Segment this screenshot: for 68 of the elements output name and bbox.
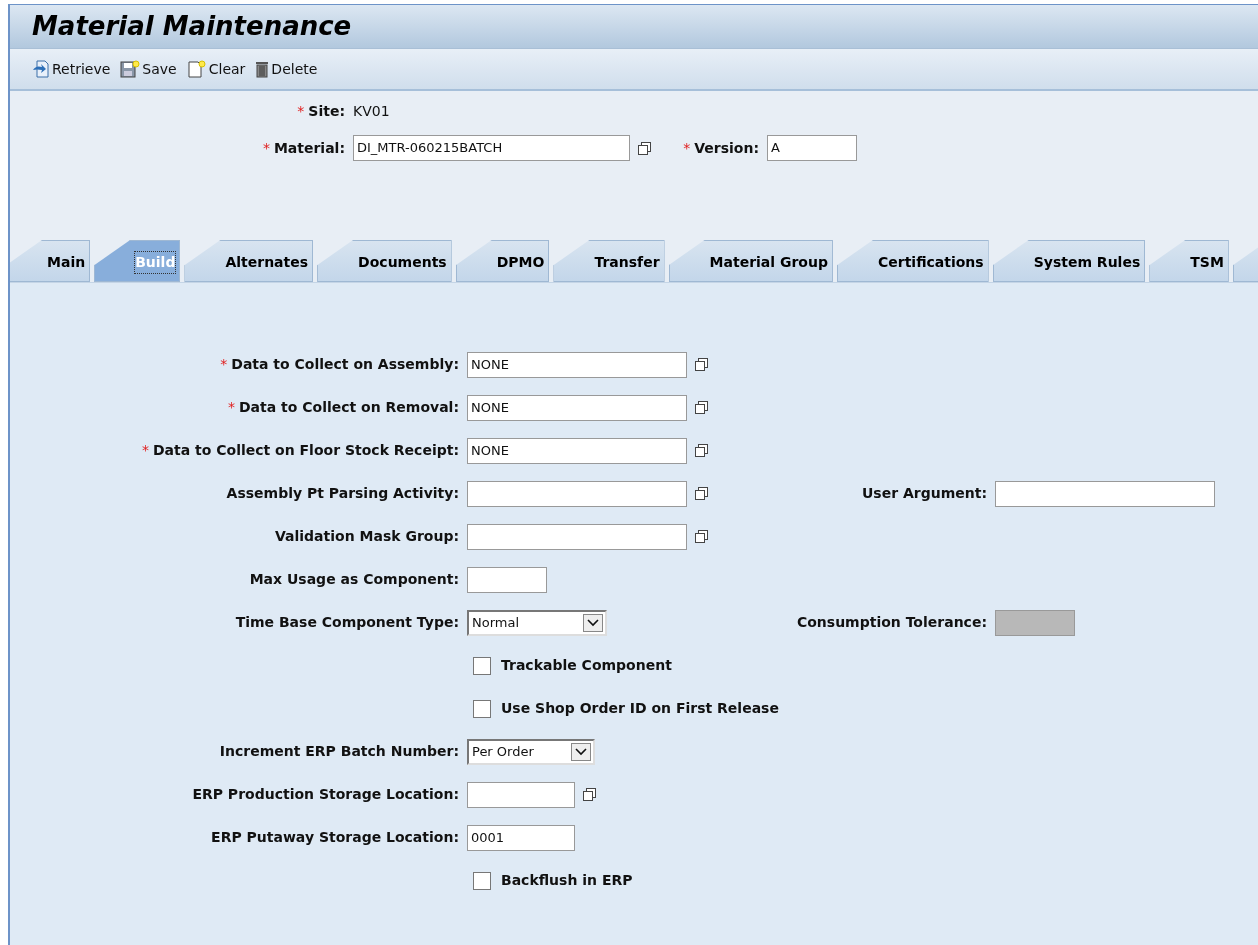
required-asterisk: * bbox=[142, 441, 149, 460]
tab[interactable]: Transfer bbox=[553, 240, 665, 282]
input-field[interactable]: 0001 bbox=[467, 824, 575, 851]
input-field[interactable]: A bbox=[767, 135, 857, 161]
field-label: Version: bbox=[694, 138, 759, 158]
field-label: Material: bbox=[273, 138, 345, 158]
tab[interactable]: System Rules bbox=[992, 240, 1146, 282]
field-label: Consumption Tolerance: bbox=[796, 613, 987, 632]
checkbox-label: Backflush in ERP bbox=[501, 871, 633, 890]
chevron-down-icon bbox=[583, 613, 603, 632]
field-label: Data to Collect on Removal: bbox=[238, 398, 459, 417]
input-field[interactable] bbox=[467, 480, 687, 507]
tab[interactable]: Documents bbox=[317, 240, 452, 282]
tab[interactable]: Alternates bbox=[184, 240, 314, 282]
checkbox[interactable] bbox=[473, 656, 491, 675]
input-field[interactable] bbox=[467, 523, 687, 550]
required-asterisk: * bbox=[262, 138, 270, 158]
toolbar-button[interactable]: Clear bbox=[186, 58, 246, 80]
checkbox-label: Trackable Component bbox=[501, 656, 672, 675]
select-dropdown[interactable]: Normal bbox=[467, 609, 607, 636]
select-dropdown[interactable]: Per Order bbox=[467, 738, 595, 765]
input-field[interactable] bbox=[467, 781, 575, 808]
tab[interactable]: Main bbox=[10, 240, 91, 282]
input-field[interactable]: NONE bbox=[467, 351, 687, 378]
field-label: ERP Putaway Storage Location: bbox=[211, 828, 459, 847]
site-value: KV01 bbox=[353, 101, 390, 121]
browse-icon[interactable] bbox=[695, 487, 708, 500]
checkbox[interactable] bbox=[473, 699, 491, 718]
field-label: ERP Production Storage Location: bbox=[192, 785, 459, 804]
checkbox-label: Use Shop Order ID on First Release bbox=[501, 699, 779, 718]
input-field[interactable]: NONE bbox=[467, 394, 687, 421]
toolbar-button[interactable]: Delete bbox=[255, 58, 318, 80]
required-asterisk: * bbox=[683, 138, 691, 158]
tab[interactable]: Material Group bbox=[668, 240, 833, 282]
input-field[interactable] bbox=[467, 566, 547, 593]
field-label: Site: bbox=[308, 101, 345, 121]
required-asterisk: * bbox=[220, 355, 228, 374]
field-label: Assembly Pt Parsing Activity: bbox=[226, 484, 459, 503]
input-field[interactable]: DI_MTR-060215BATCH bbox=[353, 135, 630, 161]
field-label: Time Base Component Type: bbox=[235, 613, 459, 632]
chevron-down-icon bbox=[571, 742, 591, 761]
field-label: Increment ERP Batch Number: bbox=[219, 742, 459, 761]
tab[interactable]: TSM bbox=[1149, 240, 1229, 282]
field-label: Validation Mask Group: bbox=[274, 527, 459, 546]
browse-icon[interactable] bbox=[695, 444, 708, 457]
field-label: Max Usage as Component: bbox=[249, 570, 459, 589]
field-label: Data to Collect on Assembly: bbox=[231, 355, 459, 374]
field-label: Data to Collect on Floor Stock Receipt: bbox=[153, 441, 459, 460]
browse-icon[interactable] bbox=[695, 358, 708, 371]
floppy-disk-icon bbox=[120, 60, 141, 78]
window-title: Material Maintenance bbox=[32, 10, 352, 43]
input-field[interactable] bbox=[995, 480, 1215, 507]
browse-icon[interactable] bbox=[638, 141, 651, 155]
input-field[interactable]: NONE bbox=[467, 437, 687, 464]
browse-icon[interactable] bbox=[695, 530, 708, 543]
required-asterisk: * bbox=[227, 398, 235, 417]
document-arrow-icon bbox=[32, 60, 50, 78]
required-asterisk: * bbox=[297, 101, 305, 121]
toolbar-button[interactable]: Retrieve bbox=[32, 58, 111, 80]
checkbox[interactable] bbox=[473, 871, 491, 890]
trash-icon bbox=[255, 60, 270, 78]
tab[interactable]: Certifications bbox=[836, 240, 989, 282]
browse-icon[interactable] bbox=[695, 401, 708, 414]
toolbar-button[interactable]: Save bbox=[120, 58, 177, 80]
new-document-icon bbox=[186, 60, 207, 78]
browse-icon[interactable] bbox=[583, 788, 596, 801]
field-label: User Argument: bbox=[861, 484, 987, 503]
tab[interactable]: DPMO bbox=[455, 240, 550, 282]
